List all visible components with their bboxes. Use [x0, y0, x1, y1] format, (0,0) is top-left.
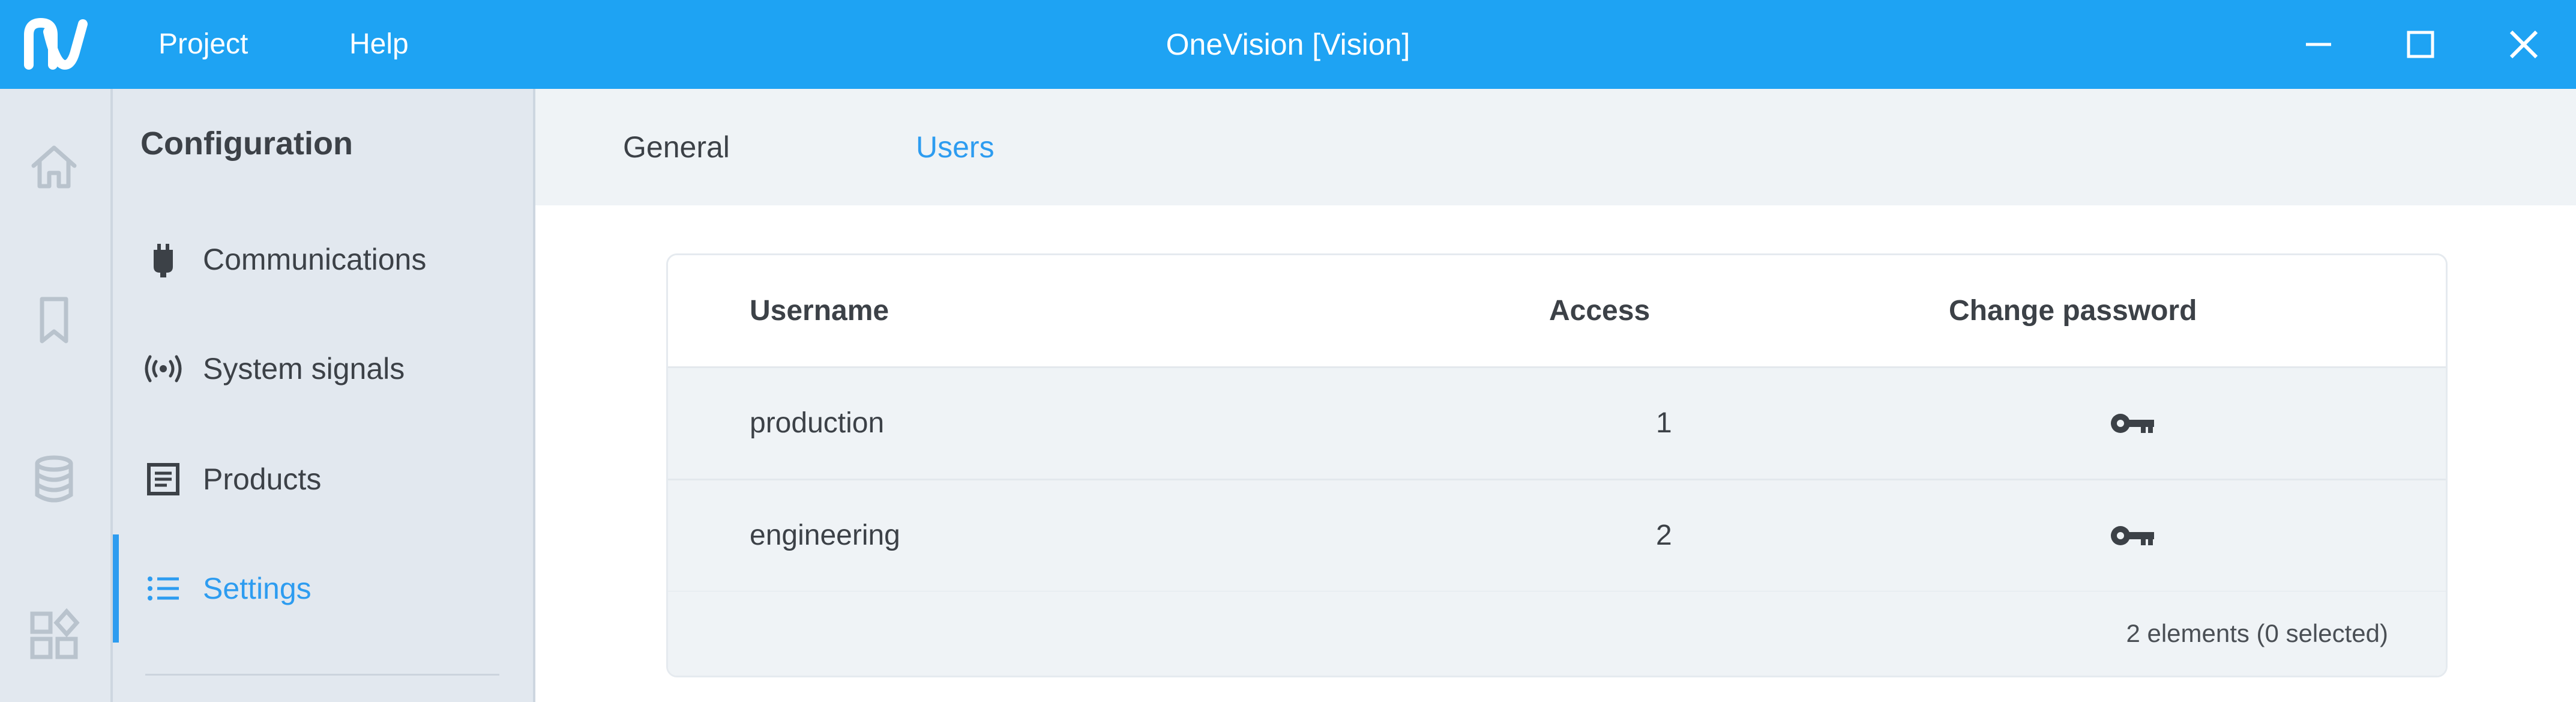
maximize-icon[interactable] [2398, 22, 2443, 67]
table-header: Username Access Change password [668, 255, 2446, 368]
apps-icon[interactable] [25, 607, 83, 664]
access-cell: 2 [1656, 519, 1672, 551]
bookmark-icon[interactable] [25, 291, 83, 348]
sidebar-item-label: System signals [203, 352, 405, 386]
table-row[interactable]: engineering 2 [668, 480, 2446, 593]
signal-icon [145, 355, 182, 383]
menu-help[interactable]: Help [349, 0, 409, 89]
column-header-access[interactable]: Access [1549, 255, 1650, 366]
home-icon[interactable] [25, 137, 83, 195]
sidebar-item-communications[interactable]: Communications [113, 205, 533, 313]
database-icon[interactable] [25, 450, 83, 508]
sidebar-item-label: Settings [203, 572, 311, 605]
table-row[interactable]: production 1 [668, 368, 2446, 480]
table-footer: 2 elements (0 selected) [668, 592, 2446, 676]
tab-general[interactable]: General [623, 89, 730, 205]
key-icon[interactable] [2108, 407, 2156, 440]
configuration-sidebar: Configuration Communications System sign… [113, 89, 535, 702]
menu-project[interactable]: Project [158, 0, 248, 89]
sidebar-title: Configuration [140, 126, 353, 162]
list-box-icon [147, 463, 179, 495]
minimize-icon[interactable] [2296, 22, 2341, 67]
selection-count: 2 elements (0 selected) [2126, 619, 2388, 647]
sidebar-divider [145, 674, 499, 676]
sidebar-item-system-signals[interactable]: System signals [113, 315, 533, 423]
title-bar: Project Help OneVision [Vision] [0, 0, 2576, 89]
username-cell: production [750, 407, 885, 439]
username-cell: engineering [750, 519, 900, 551]
plug-icon [154, 244, 173, 277]
navigation-rail [0, 89, 113, 702]
tab-users[interactable]: Users [916, 89, 995, 205]
column-header-username[interactable]: Username [750, 255, 889, 366]
close-icon[interactable] [2502, 22, 2546, 67]
column-header-change-password[interactable]: Change password [1949, 255, 2197, 366]
tab-bar: General Users [535, 89, 2576, 205]
app-logo-icon [24, 18, 88, 70]
access-cell: 1 [1656, 407, 1672, 439]
sidebar-item-label: Communications [203, 243, 427, 276]
users-table: Username Access Change password producti… [666, 253, 2448, 677]
sidebar-item-products[interactable]: Products [113, 425, 533, 533]
list-icon [148, 576, 179, 601]
main-content: Username Access Change password producti… [535, 205, 2576, 702]
key-icon[interactable] [2108, 519, 2156, 552]
sidebar-item-settings[interactable]: Settings [113, 534, 533, 643]
sidebar-item-label: Products [203, 462, 322, 496]
